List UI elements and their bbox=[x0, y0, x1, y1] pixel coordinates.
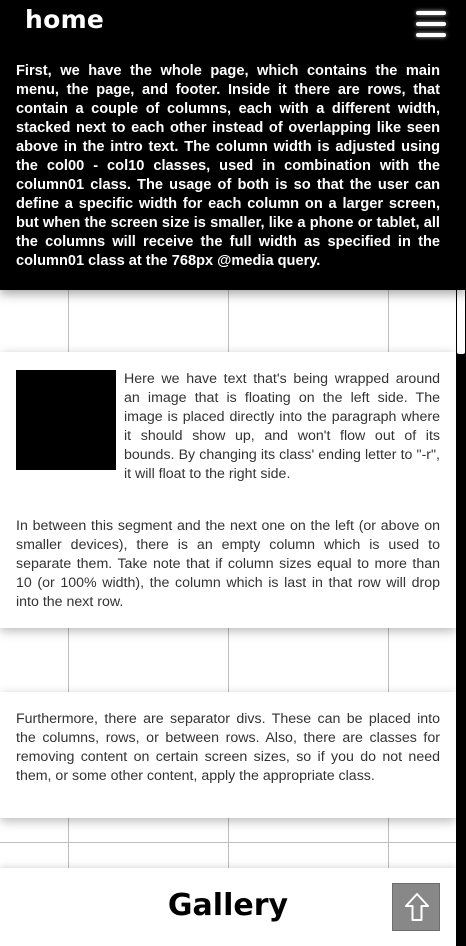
menu-bar bbox=[416, 11, 446, 15]
paragraph-text: Here we have text that's being wrapped a… bbox=[124, 371, 440, 482]
footer-title: Gallery bbox=[167, 888, 289, 923]
intro-text: First, we have the whole page, which con… bbox=[16, 63, 440, 269]
menu-bar bbox=[416, 33, 446, 37]
content-segment-1: Here we have text that's being wrapped a… bbox=[0, 352, 456, 628]
content-segment-2: Furthermore, there are separator divs. T… bbox=[0, 692, 456, 818]
separator-info-paragraph: In between this segment and the next one… bbox=[16, 518, 440, 610]
separator-divs-paragraph: Furthermore, there are separator divs. T… bbox=[16, 711, 440, 784]
back-to-top-button[interactable] bbox=[392, 883, 440, 931]
menu-bar bbox=[416, 22, 446, 26]
page-title: home bbox=[25, 5, 105, 34]
header: home First, we have the whole page, whic… bbox=[0, 0, 466, 290]
hamburger-menu-icon[interactable] bbox=[416, 11, 446, 38]
floating-image bbox=[16, 370, 116, 470]
arrow-up-icon bbox=[405, 893, 429, 921]
footer: Gallery bbox=[0, 868, 456, 946]
wrapped-text-paragraph: Here we have text that's being wrapped a… bbox=[16, 370, 440, 484]
grid-line bbox=[0, 842, 456, 843]
page: home First, we have the whole page, whic… bbox=[0, 0, 466, 946]
